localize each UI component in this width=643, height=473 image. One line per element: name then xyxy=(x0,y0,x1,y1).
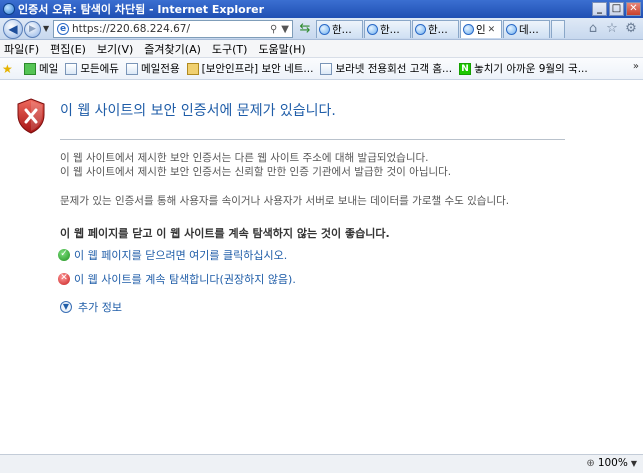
more-information-label: 추가 정보 xyxy=(78,301,122,314)
back-arrow-icon[interactable]: ◀ xyxy=(3,19,23,39)
content-area: 이 웹 사이트의 보안 인증서에 문제가 있습니다. 이 웹 사이트에서 제시한… xyxy=(0,81,643,454)
more-information-toggle[interactable]: ▼ 추가 정보 xyxy=(60,299,122,315)
tab-5[interactable]: 데... xyxy=(503,20,550,38)
explanation-line-1: 이 웹 사이트에서 제시한 보안 인증서는 다른 웹 사이트 주소에 대해 발급… xyxy=(60,152,429,164)
mail-icon xyxy=(24,62,36,75)
favorite-label: 보라넷 전용회선 고객 홈... xyxy=(335,63,453,75)
page-icon xyxy=(125,62,138,75)
tab-label: 인 xyxy=(476,24,486,36)
risk-explanation: 문제가 있는 인증서를 통해 사용자를 속이거나 사용자가 서버로 보내는 데이… xyxy=(60,195,510,207)
favorite-item[interactable]: 메일 xyxy=(24,61,58,76)
tab-1[interactable]: 한... xyxy=(316,20,363,38)
tab-label: 데... xyxy=(519,24,539,36)
refresh-icon[interactable]: ⇆ xyxy=(296,20,314,38)
close-page-option[interactable]: ✓ 이 웹 페이지를 닫으려면 여기를 클릭하십시오. xyxy=(58,247,287,263)
favorites-bar: ★ 메일 모든에듀 메일전용 [보안인프라] 보안 네트... 보라넷 전용회선… xyxy=(0,58,643,80)
address-dropdown-icon[interactable]: ▼ xyxy=(281,24,289,35)
status-bar: ⊕ 100% ▼ xyxy=(0,454,643,473)
minimize-button[interactable]: _ xyxy=(592,2,607,16)
gear-icon[interactable]: ⚙ xyxy=(623,21,639,37)
tab-label: 한... xyxy=(380,24,400,36)
tab-2[interactable]: 한... xyxy=(364,20,411,38)
ie-tab-icon xyxy=(319,24,330,35)
menu-tools[interactable]: 도구(T) xyxy=(212,41,248,57)
favorite-label: 메일전용 xyxy=(140,63,180,75)
favorites-star-icon[interactable]: ★ xyxy=(2,63,17,75)
zoom-dropdown-icon[interactable]: ▼ xyxy=(631,459,637,468)
zoom-control[interactable]: ⊕ 100% ▼ xyxy=(586,457,637,469)
site-logo-icon xyxy=(186,62,199,75)
favorite-label: [보안인프라] 보안 네트... xyxy=(201,63,314,75)
menu-favorites[interactable]: 즐겨찾기(A) xyxy=(144,41,201,57)
red-shield-x-icon: ✕ xyxy=(58,273,70,285)
favorite-item[interactable]: 모든에듀 xyxy=(65,61,119,76)
menu-edit[interactable]: 편집(E) xyxy=(50,41,86,57)
ie-tab-icon xyxy=(506,24,517,35)
favorite-label: 메일 xyxy=(39,63,59,75)
menu-help[interactable]: 도움말(H) xyxy=(258,41,305,57)
tab-label: 한... xyxy=(332,24,352,36)
ie-app-icon xyxy=(3,3,15,15)
favorite-item[interactable]: 메일전용 xyxy=(125,61,180,76)
favorites-more-chevron-icon[interactable]: » xyxy=(633,61,639,72)
continue-to-site-link[interactable]: 이 웹 사이트를 계속 탐색합니다(권장하지 않음). xyxy=(74,271,296,287)
address-input[interactable]: https://220.68.224.67/ xyxy=(72,23,270,35)
divider xyxy=(60,139,565,140)
favorites-star-icon[interactable]: ☆ xyxy=(604,21,620,37)
forward-arrow-icon[interactable]: ▶ xyxy=(24,21,41,38)
close-page-link[interactable]: 이 웹 페이지를 닫으려면 여기를 클릭하십시오. xyxy=(74,247,287,263)
menu-view[interactable]: 보기(V) xyxy=(97,41,133,57)
zoom-level: 100% xyxy=(597,457,628,469)
favorite-item[interactable]: 보라넷 전용회선 고객 홈... xyxy=(320,61,452,76)
title-bar: 인증서 오류: 탐색이 차단됨 - Internet Explorer _ □ … xyxy=(0,0,643,18)
favorite-label: 놓치기 아까운 9월의 국... xyxy=(474,63,588,75)
favorite-item[interactable]: [보안인프라] 보안 네트... xyxy=(186,61,314,76)
green-shield-check-icon: ✓ xyxy=(58,249,70,261)
window-title: 인증서 오류: 탐색이 차단됨 - Internet Explorer xyxy=(18,3,264,16)
maximize-button[interactable]: □ xyxy=(609,2,624,16)
expand-chevron-icon: ▼ xyxy=(60,301,72,313)
ie-page-icon: e xyxy=(57,23,69,35)
zoom-magnifier-icon: ⊕ xyxy=(586,457,595,469)
close-window-button[interactable]: ✕ xyxy=(626,2,641,16)
naver-icon: N xyxy=(459,62,472,75)
ie-tab-icon xyxy=(463,24,474,35)
page-icon xyxy=(65,62,78,75)
recommendation-text: 이 웹 페이지를 닫고 이 웹 사이트를 계속 탐색하지 않는 것이 좋습니다. xyxy=(60,227,390,240)
ie-tab-icon xyxy=(367,24,378,35)
continue-option[interactable]: ✕ 이 웹 사이트를 계속 탐색합니다(권장하지 않음). xyxy=(58,271,296,287)
menu-bar: 파일(F) 편집(E) 보기(V) 즐겨찾기(A) 도구(T) 도움말(H) xyxy=(0,40,643,58)
page-icon xyxy=(320,62,333,75)
ie-tab-icon xyxy=(415,24,426,35)
page-title: 이 웹 사이트의 보안 인증서에 문제가 있습니다. xyxy=(60,103,336,119)
search-icon[interactable]: ⚲ xyxy=(270,24,277,35)
tab-active[interactable]: 인 ✕ xyxy=(460,20,502,38)
home-icon[interactable]: ⌂ xyxy=(585,21,601,37)
tab-strip: 한... 한... 한... 인 ✕ 데... xyxy=(316,20,565,38)
new-tab-button[interactable] xyxy=(551,20,565,38)
menu-file[interactable]: 파일(F) xyxy=(4,41,39,57)
tab-3[interactable]: 한... xyxy=(412,20,459,38)
tab-label: 한... xyxy=(428,24,448,36)
address-bar[interactable]: e https://220.68.224.67/ ⚲ ▼ xyxy=(53,20,293,38)
shield-error-icon xyxy=(17,98,45,134)
recent-pages-dropdown-icon[interactable]: ▼ xyxy=(43,24,49,33)
close-tab-icon[interactable]: ✕ xyxy=(488,25,496,35)
navigation-bar: ◀ ▶ ▼ e https://220.68.224.67/ ⚲ ▼ ⇆ 한..… xyxy=(0,18,643,40)
window-controls: _ □ ✕ xyxy=(592,2,641,16)
favorite-item[interactable]: N 놓치기 아까운 9월의 국... xyxy=(459,61,588,76)
explanation-line-2: 이 웹 사이트에서 제시한 보안 인증서는 신뢰할 만한 인증 기관에서 발급한… xyxy=(60,166,452,178)
favorite-label: 모든에듀 xyxy=(80,63,119,75)
